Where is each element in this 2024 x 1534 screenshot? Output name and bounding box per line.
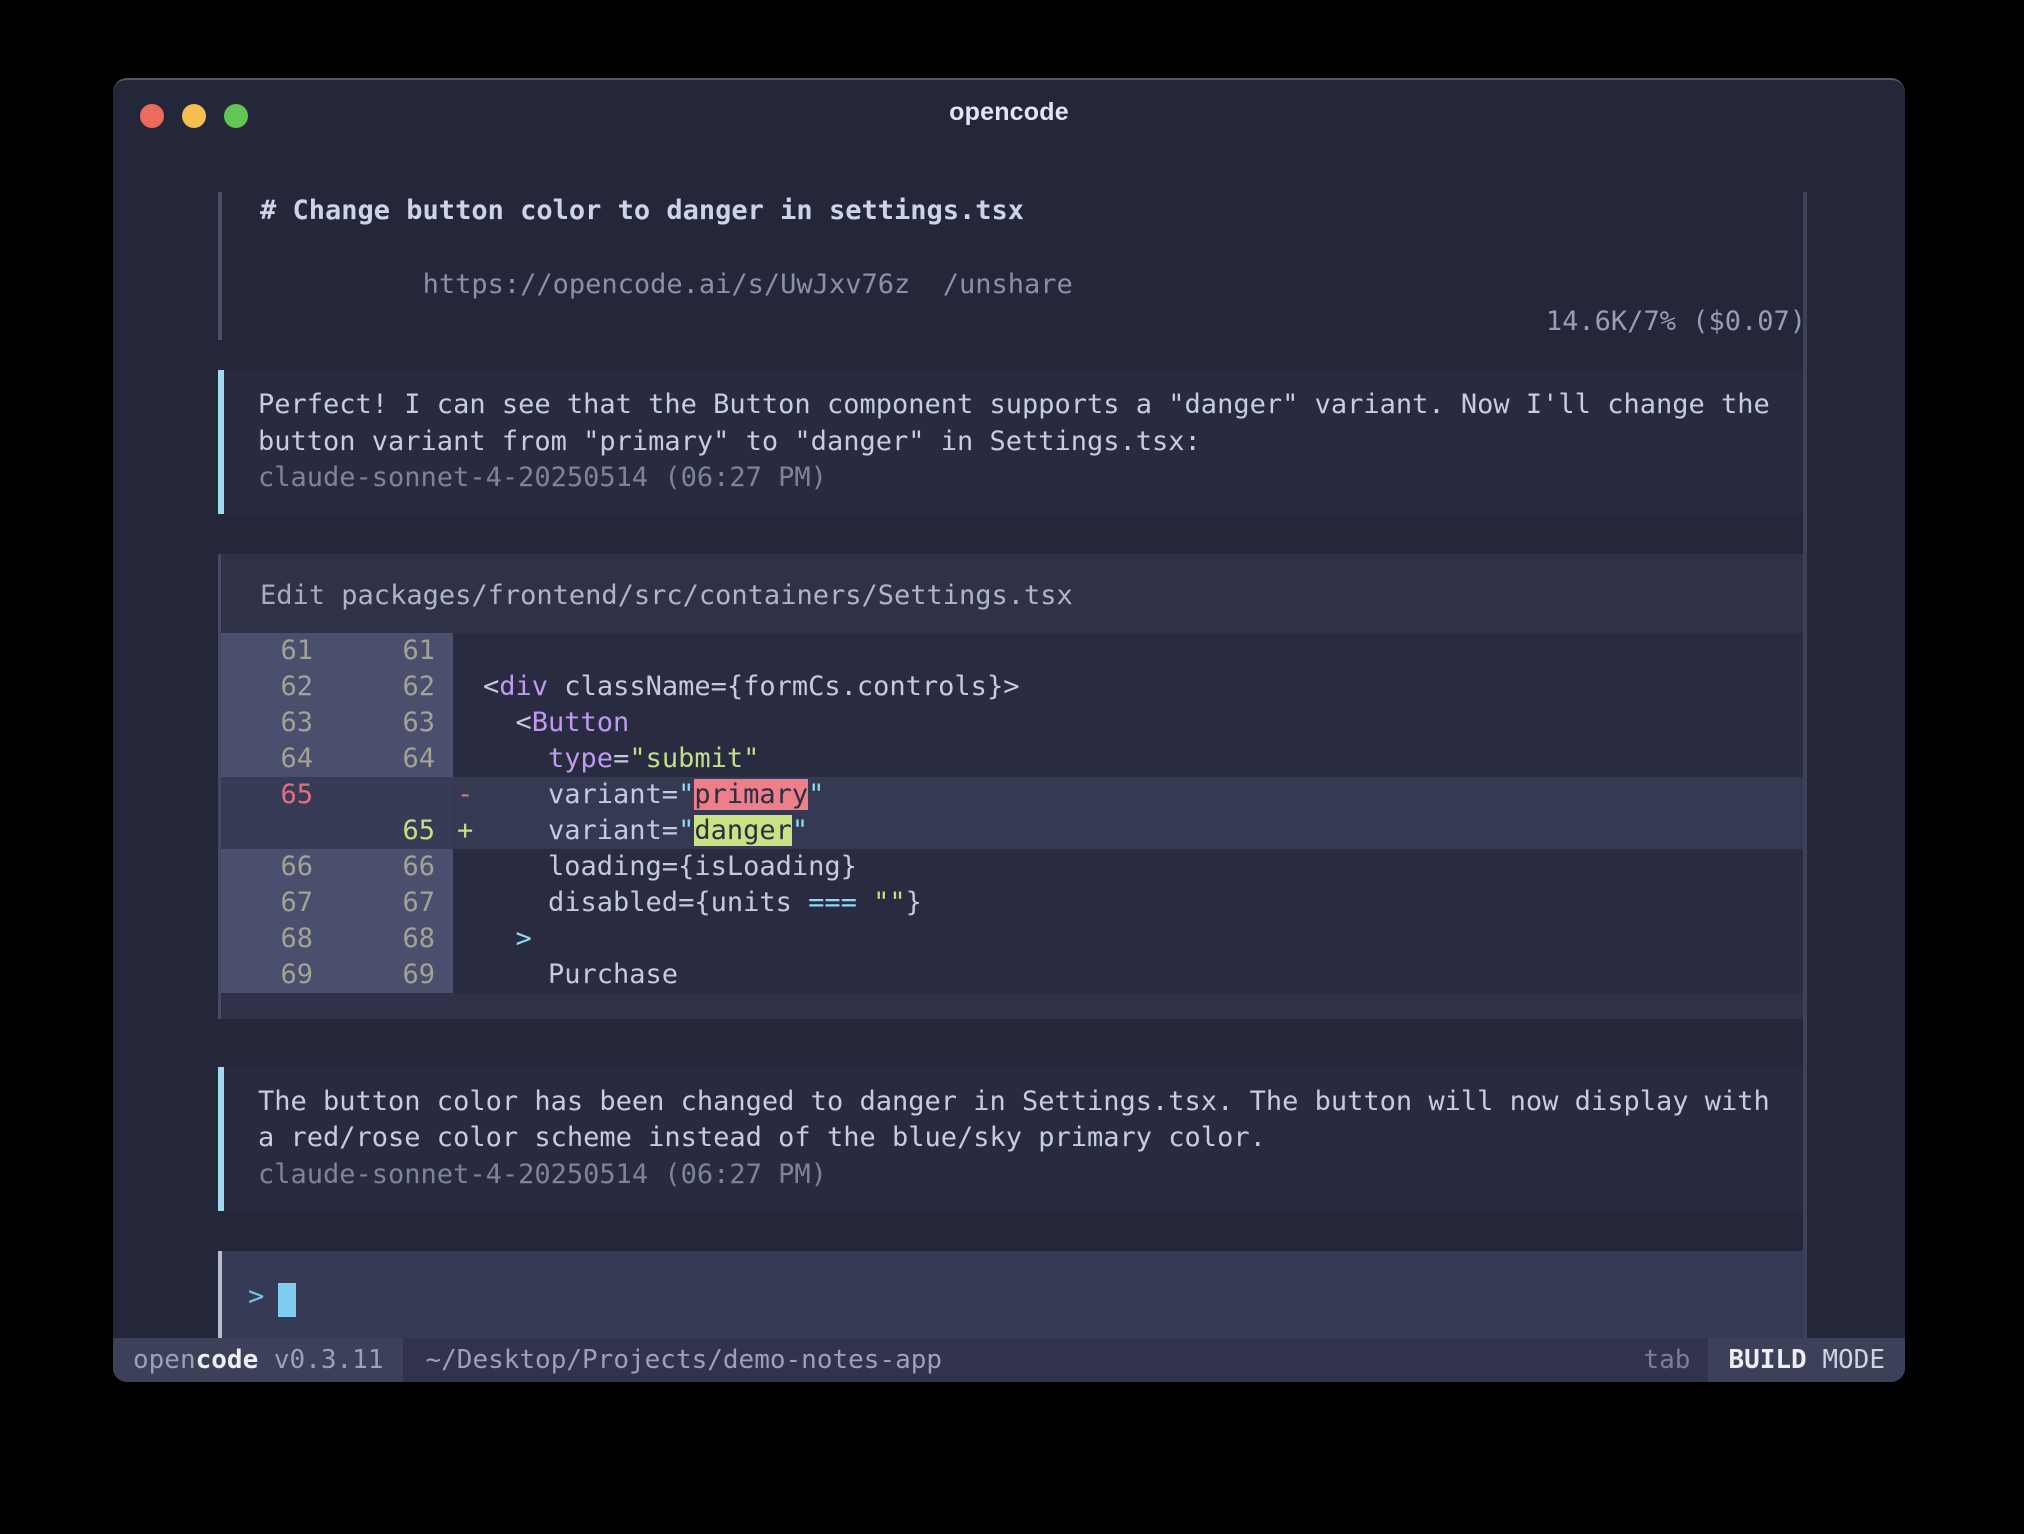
diff-sign	[453, 921, 483, 957]
diff-line-number-old: 64	[221, 741, 331, 777]
diff-line-number-new	[331, 777, 453, 813]
url-gap	[910, 269, 943, 300]
mode-suffix: MODE	[1807, 1345, 1885, 1375]
diff-sign	[453, 633, 483, 669]
diff-sign	[453, 885, 483, 921]
diff-line-number-old: 65	[221, 777, 331, 813]
app-name-open: open	[133, 1345, 196, 1375]
diff-sign	[453, 669, 483, 705]
unshare-command[interactable]: /unshare	[943, 269, 1073, 300]
message-text: The button color has been changed to dan…	[258, 1084, 1786, 1121]
diff-line-number-old: 62	[221, 669, 331, 705]
diff-code-line: >	[483, 921, 1806, 957]
diff-row: 65+ variant="danger"	[221, 813, 1806, 849]
diff-code-line: variant="primary"	[483, 777, 1806, 813]
model-timestamp: claude-sonnet-4-20250514 (06:27 PM)	[258, 1157, 1786, 1194]
diff-code-line: disabled={units === ""}	[483, 885, 1806, 921]
tab-key-hint[interactable]: tab	[1643, 1345, 1708, 1375]
scrollbar[interactable]	[1803, 192, 1807, 1356]
assistant-message: Perfect! I can see that the Button compo…	[218, 370, 1806, 514]
diff-sign: +	[453, 813, 483, 849]
diff-code-line: Purchase	[483, 957, 1806, 993]
diff-line-number-old: 67	[221, 885, 331, 921]
app-version: v0.3.11	[258, 1345, 383, 1375]
session-header: # Change button color to danger in setti…	[218, 192, 1806, 340]
diff-line-number-old	[221, 813, 331, 849]
diff-line-number-old: 69	[221, 957, 331, 993]
model-timestamp: claude-sonnet-4-20250514 (06:27 PM)	[258, 460, 1786, 497]
working-directory: ~/Desktop/Projects/demo-notes-app	[403, 1345, 942, 1375]
app-version-chip: opencode v0.3.11	[113, 1338, 403, 1382]
session-content: # Change button color to danger in setti…	[218, 192, 1806, 1382]
diff-code-line	[483, 633, 1806, 669]
diff-sign	[453, 741, 483, 777]
diff-code-line: <div className={formCs.controls}>	[483, 669, 1806, 705]
diff-sign: -	[453, 777, 483, 813]
diff-row: 6161	[221, 633, 1806, 669]
diff-sign	[453, 849, 483, 885]
mode-name: BUILD	[1728, 1345, 1806, 1375]
diff-code-line: variant="danger"	[483, 813, 1806, 849]
diff-line-number-old: 66	[221, 849, 331, 885]
text-cursor	[278, 1283, 296, 1317]
tool-name: Edit	[260, 580, 325, 611]
prompt-input[interactable]: >	[218, 1251, 1806, 1343]
window-title: opencode	[113, 98, 1905, 127]
diff-code-line: <Button	[483, 705, 1806, 741]
diff-line-number-new: 68	[331, 921, 453, 957]
message-text: button variant from "primary" to "danger…	[258, 424, 1786, 461]
diff-row: 65 - variant="primary"	[221, 777, 1806, 813]
opencode-window: opencode # Change button color to danger…	[113, 78, 1905, 1382]
context-stats: 14.6K/7% ($0.07)	[1546, 303, 1806, 340]
mode-chip[interactable]: BUILD MODE	[1708, 1338, 1905, 1382]
diff-line-number-old: 63	[221, 705, 331, 741]
diff-row: 6666 loading={isLoading}	[221, 849, 1806, 885]
edit-tool-card: Edit packages/frontend/src/containers/Se…	[218, 554, 1806, 1019]
edit-tool-header: Edit packages/frontend/src/containers/Se…	[221, 554, 1806, 633]
message-text: a red/rose color scheme instead of the b…	[258, 1120, 1786, 1157]
session-title: # Change button color to danger in setti…	[260, 192, 1073, 229]
diff-row: 6868 >	[221, 921, 1806, 957]
diff-line-number-new: 61	[331, 633, 453, 669]
diff-row: 6767 disabled={units === ""}	[221, 885, 1806, 921]
diff-line-number-new: 65	[331, 813, 453, 849]
diff-line-number-new: 63	[331, 705, 453, 741]
assistant-message: The button color has been changed to dan…	[218, 1067, 1806, 1211]
diff-row: 6969 Purchase	[221, 957, 1806, 993]
diff-line-number-new: 67	[331, 885, 453, 921]
diff-row: 6262 <div className={formCs.controls}>	[221, 669, 1806, 705]
diff-sign	[453, 705, 483, 741]
diff-code-line: loading={isLoading}	[483, 849, 1806, 885]
diff-line-number-new: 62	[331, 669, 453, 705]
window-titlebar: opencode	[113, 80, 1905, 144]
diff-sign	[453, 957, 483, 993]
message-text: Perfect! I can see that the Button compo…	[258, 387, 1786, 424]
share-url[interactable]: https://opencode.ai/s/UwJxv76z	[423, 269, 911, 300]
diff-line-number-old: 68	[221, 921, 331, 957]
diff-line-number-new: 64	[331, 741, 453, 777]
prompt-chevron: >	[248, 1281, 264, 1312]
app-name-code: code	[196, 1345, 259, 1375]
diff-line-number-new: 66	[331, 849, 453, 885]
spacer	[325, 580, 341, 611]
diff-line-number-new: 69	[331, 957, 453, 993]
diff-view: 6161 6262 <div className={formCs.control…	[221, 633, 1806, 993]
diff-code-line: type="submit"	[483, 741, 1806, 777]
status-bar: opencode v0.3.11 ~/Desktop/Projects/demo…	[113, 1338, 1905, 1382]
edited-file-path: packages/frontend/src/containers/Setting…	[341, 580, 1073, 611]
diff-row: 6363 <Button	[221, 705, 1806, 741]
diff-row: 6464 type="submit"	[221, 741, 1806, 777]
diff-line-number-old: 61	[221, 633, 331, 669]
